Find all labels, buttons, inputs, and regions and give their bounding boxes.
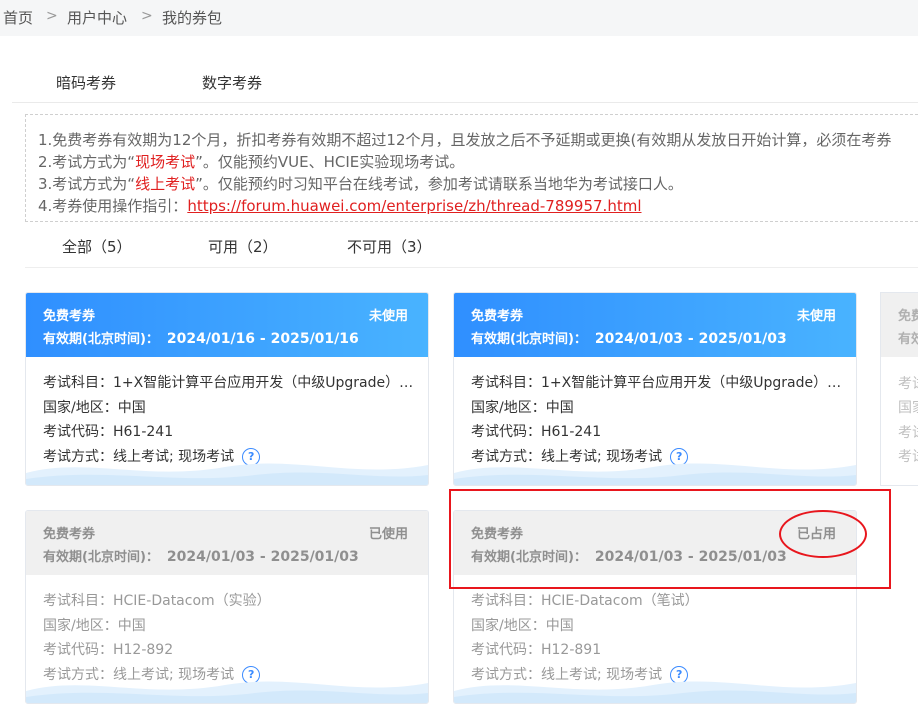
tab-digital-voucher[interactable]: 数字考券 (202, 72, 262, 93)
breadcrumb-user-center[interactable]: 用户中心 (67, 7, 127, 28)
region-label: 国家 (898, 400, 918, 416)
region-value: 中国 (545, 617, 574, 634)
method-label: 考试 (898, 449, 918, 465)
validity-label: 有效期(北京时间)： (43, 550, 159, 565)
voucher-status: 未使用 (796, 309, 836, 324)
voucher-status: 未使用 (368, 309, 408, 324)
voucher-card-header: 免费考券 已使用 有效期(北京时间)： 2024/01/03 - 2025/01/… (26, 511, 428, 575)
wave-decoration (454, 463, 856, 485)
validity-dates: 2024/01/03 - 2025/01/03 (166, 549, 359, 565)
code-value: H61-241 (541, 424, 602, 440)
voucher-type: 免费考券 (43, 527, 96, 542)
notice-highlight: 线上考试 (135, 175, 196, 193)
notice-box: 1.免费考券有效期为12个月，折扣考券有效期不超过12个月，且发放之后不予延期或… (25, 114, 918, 222)
voucher-validity: 有效期(北京时间)： 2024/01/03 - 2025/01/03 (471, 328, 787, 347)
region-value: 中国 (545, 399, 574, 416)
guide-link[interactable]: https://forum.huawei.com/enterprise/zh/t… (187, 197, 641, 215)
notice-text: 4.考券使用操作指引： (38, 197, 188, 215)
tab-hidden-code-voucher[interactable]: 暗码考券 (56, 72, 116, 93)
annotation-ellipse (779, 510, 867, 558)
voucher-status: 已使用 (368, 527, 408, 542)
exam-subject-row: 考试科目：1+X智能计算平台应用开发（中级Upgrade）V1... (471, 371, 846, 396)
notice-line-2: 2.考试方式为“现场考试”。仅能预约VUE、HCIE实验现场考试。 (38, 151, 464, 172)
code-label: 考试代码： (471, 424, 541, 440)
region-label: 国家/地区： (471, 399, 546, 416)
code-value: H12-892 (113, 642, 174, 658)
exam-code-row: 考试代码：H61-241 (43, 420, 418, 445)
voucher-validity: 有效期(北京时间)： 2024/01/03 - 2025/01/03 (43, 546, 359, 565)
subject-value: 1+X智能计算平台应用开发（中级Upgrade）V1... (541, 375, 846, 391)
region-label: 国家/地区： (43, 617, 118, 634)
code-label: 考试代码： (471, 642, 541, 658)
voucher-card[interactable]: 免费考券 已使用 有效期(北京时间)： 2024/01/03 - 2025/01/… (25, 510, 429, 704)
subject-label: 考试科目： (471, 375, 541, 391)
filter-tab-all[interactable]: 全部（5） (62, 236, 132, 257)
validity-label: 有效期(北京时间)： (471, 332, 587, 347)
region-row: 国家/地区：中国 (471, 396, 846, 421)
wave-decoration (26, 463, 428, 485)
divider (12, 102, 918, 103)
region-value: 中国 (117, 617, 146, 634)
subject-value: 1+X智能计算平台应用开发（中级Upgrade）V1... (113, 375, 418, 391)
validity-dates: 2024/01/03 - 2025/01/03 (594, 331, 787, 347)
region-value: 中国 (117, 399, 146, 416)
validity-dates: 2024/01/16 - 2025/01/16 (166, 331, 359, 347)
voucher-type: 免费考券 (43, 309, 96, 324)
region-row: 国家/地区：中国 (43, 396, 418, 421)
notice-line-4: 4.考券使用操作指引：https://forum.huawei.com/ente… (38, 195, 642, 216)
breadcrumb-current: 我的券包 (162, 9, 223, 27)
exam-subject-row: 考试科目：1+X智能计算平台应用开发（中级Upgrade）V1... (43, 371, 418, 396)
subject-label: 考试 (898, 376, 918, 392)
filter-tab-available[interactable]: 可用（2） (208, 236, 278, 257)
validity-label: 有效期(北京时间)： (43, 332, 159, 347)
voucher-type: 免费考券 (471, 309, 524, 324)
region-label: 国家/地区： (471, 617, 546, 634)
notice-text: 3.考试方式为“ (38, 175, 136, 193)
subject-label: 考试科目： (471, 593, 541, 609)
voucher-card-header (881, 293, 918, 357)
subject-value: HCIE-Datacom（笔试） (541, 593, 699, 609)
subject-label: 考试科目： (43, 593, 113, 609)
exam-subject-row: 考试科目：HCIE-Datacom（笔试） (471, 589, 846, 614)
code-value: H61-241 (113, 424, 174, 440)
voucher-type: 免费 (898, 309, 918, 324)
exam-code-row: 考试代码：H12-892 (43, 638, 418, 663)
breadcrumb-home[interactable]: 首页 (3, 7, 33, 28)
divider (25, 267, 918, 268)
exam-subject-row: 考试科目：HCIE-Datacom（实验） (43, 589, 418, 614)
breadcrumb-separator: > (141, 8, 153, 24)
wave-decoration (26, 681, 428, 703)
subject-label: 考试科目： (43, 375, 113, 391)
code-label: 考试代码： (43, 642, 113, 658)
region-row: 国家/地区：中国 (43, 614, 418, 639)
notice-line-3: 3.考试方式为“线上考试”。仅能预约时习知平台在线考试，参加考试请联系当地华为考… (38, 173, 683, 194)
voucher-card-header: 免费考券 未使用 有效期(北京时间)： 2024/01/03 - 2025/01/… (454, 293, 856, 357)
voucher-validity: 有效 (898, 332, 918, 347)
voucher-card-partial[interactable]: 免费 有效 考试 国家 考试 考试 (880, 292, 918, 486)
region-label: 国家/地区： (43, 399, 118, 416)
breadcrumb: 首页 > 用户中心 > 我的券包 (0, 0, 918, 36)
code-value: H12-891 (541, 642, 602, 658)
region-row: 国家/地区：中国 (471, 614, 846, 639)
exam-code-row: 考试代码：H61-241 (471, 420, 846, 445)
wave-decoration (454, 681, 856, 703)
notice-line-1: 1.免费考券有效期为12个月，折扣考券有效期不超过12个月，且发放之后不予延期或… (38, 131, 892, 149)
notice-highlight: 现场考试 (135, 153, 196, 171)
notice-text: ”。仅能预约时习知平台在线考试，参加考试请联系当地华为考试接口人。 (195, 175, 683, 193)
voucher-card[interactable]: 免费考券 未使用 有效期(北京时间)： 2024/01/03 - 2025/01/… (453, 292, 857, 486)
breadcrumb-separator: > (46, 8, 58, 24)
code-label: 考试 (898, 425, 918, 441)
exam-code-row: 考试代码：H12-891 (471, 638, 846, 663)
notice-text: 2.考试方式为“ (38, 153, 136, 171)
voucher-card[interactable]: 免费考券 未使用 有效期(北京时间)： 2024/01/16 - 2025/01/… (25, 292, 429, 486)
code-label: 考试代码： (43, 424, 113, 440)
filter-tab-unavailable[interactable]: 不可用（3） (347, 236, 432, 257)
voucher-validity: 有效期(北京时间)： 2024/01/16 - 2025/01/16 (43, 328, 359, 347)
voucher-card-header: 免费考券 未使用 有效期(北京时间)： 2024/01/16 - 2025/01/… (26, 293, 428, 357)
subject-value: HCIE-Datacom（实验） (113, 593, 271, 609)
notice-text: ”。仅能预约VUE、HCIE实验现场考试。 (195, 153, 465, 171)
